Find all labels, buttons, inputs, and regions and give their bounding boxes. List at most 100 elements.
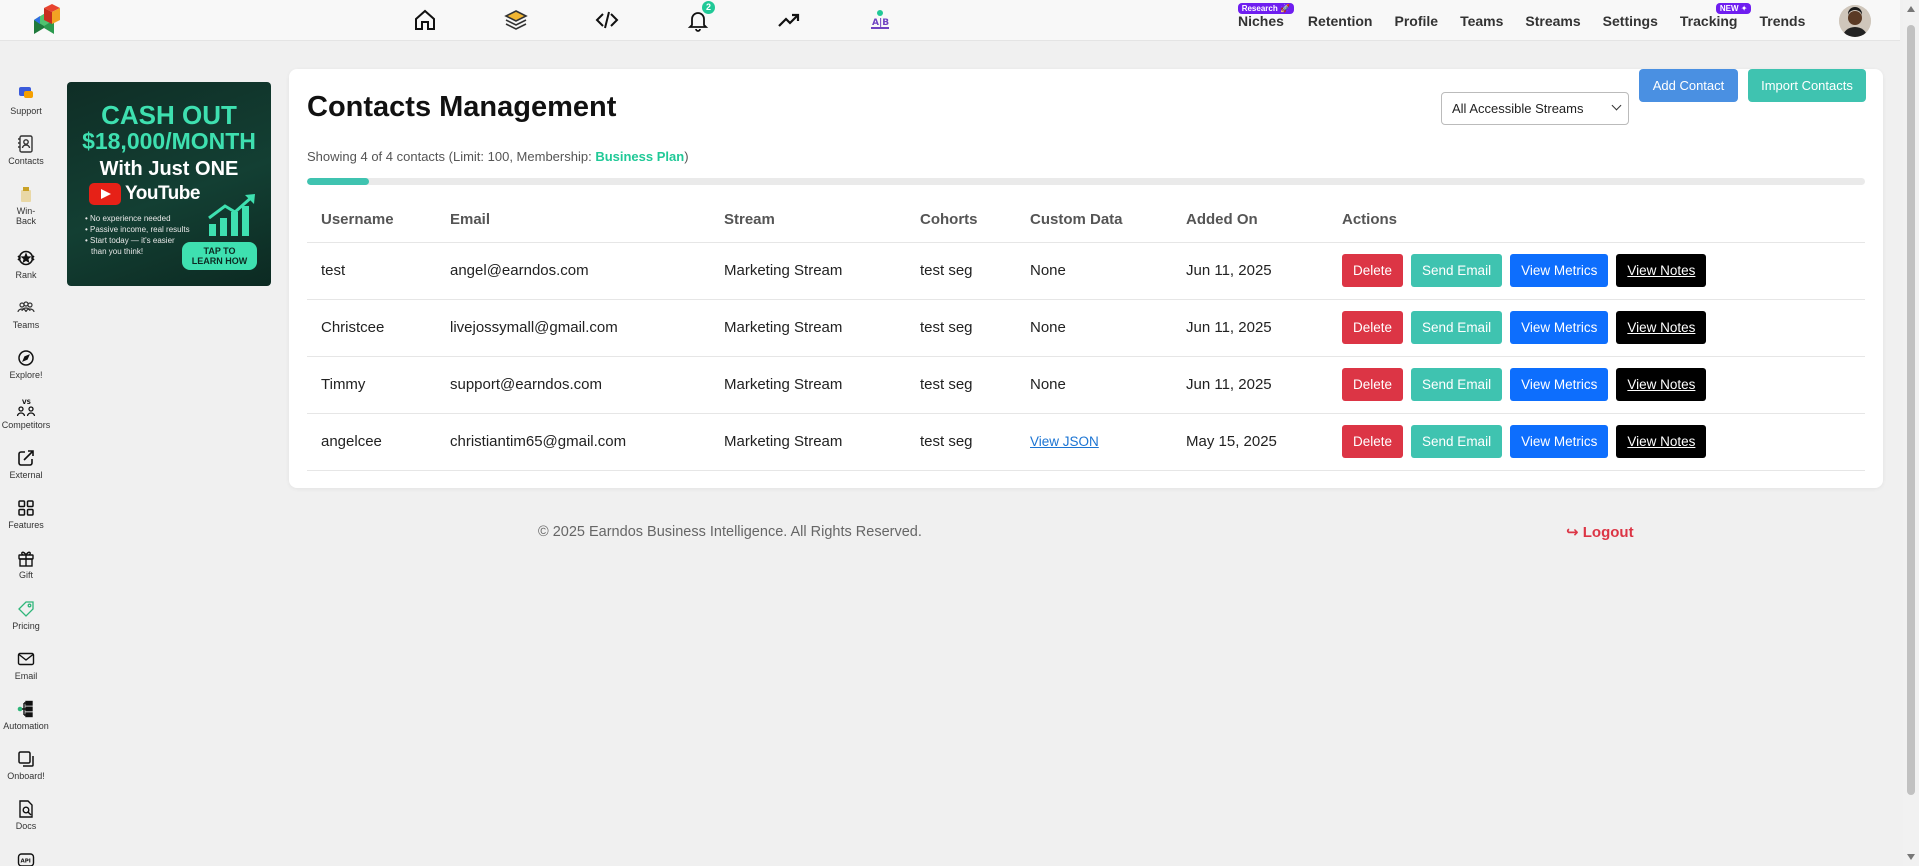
home-icon[interactable] (411, 6, 439, 34)
view-metrics-button[interactable]: View Metrics (1510, 311, 1609, 344)
delete-button[interactable]: Delete (1342, 311, 1404, 344)
column-header-email[interactable]: Email (436, 198, 710, 243)
stream-filter-value: All Accessible Streams (1452, 101, 1584, 116)
sidebar-item-gift[interactable]: Gift (0, 548, 52, 580)
pricing-icon (18, 601, 34, 617)
cell-actions: Delete Send Email View Metrics View Notes (1328, 299, 1865, 357)
sidebar-item-explore[interactable]: Explore! (0, 348, 52, 380)
teams-icon (17, 301, 35, 313)
view-notes-button[interactable]: View Notes (1616, 254, 1707, 287)
nav-teams[interactable]: Teams (1460, 13, 1503, 29)
view-notes-button[interactable]: View Notes (1616, 425, 1707, 458)
page-scrollbar[interactable] (1903, 0, 1919, 866)
ad-headline: CASH OUT (101, 100, 237, 130)
sidebar-label: Contacts (8, 156, 44, 166)
ad-amount: $18,000/MONTH (82, 128, 256, 154)
view-notes-button[interactable]: View Notes (1616, 311, 1707, 344)
promo-ad-banner[interactable]: CASH OUT $18,000/MONTH With Just ONE You… (67, 82, 271, 286)
column-header-cohorts[interactable]: Cohorts (906, 198, 1016, 243)
logout-link[interactable]: ↪ Logout (1566, 523, 1634, 541)
scroll-up-arrow-icon[interactable] (1907, 6, 1915, 12)
send-email-button[interactable]: Send Email (1411, 254, 1503, 287)
nav-trends[interactable]: Trends (1759, 13, 1805, 29)
column-header-stream[interactable]: Stream (710, 198, 906, 243)
user-avatar[interactable] (1839, 5, 1871, 37)
code-icon[interactable] (593, 6, 621, 34)
contacts-table: Username Email Stream Cohorts Custom Dat… (307, 198, 1865, 471)
nav-niches[interactable]: Niches Research 🚀 (1237, 2, 1294, 29)
import-contacts-button[interactable]: Import Contacts (1748, 69, 1866, 102)
view-metrics-button[interactable]: View Metrics (1510, 425, 1609, 458)
external-icon (18, 450, 34, 466)
nav-settings[interactable]: Settings (1603, 13, 1658, 29)
ad-bullet: • Start today — it's easier (85, 236, 175, 245)
sidebar-item-features[interactable]: Features (0, 498, 52, 530)
cell-custom-data: None (1016, 299, 1172, 357)
add-contact-button[interactable]: Add Contact (1639, 69, 1738, 102)
cell-stream: Marketing Stream (710, 413, 906, 471)
win-back-icon (21, 187, 31, 202)
svg-text:A|B: A|B (872, 18, 889, 28)
sidebar-label: External (9, 470, 43, 480)
cell-actions: Delete Send Email View Metrics View Notes (1328, 356, 1865, 414)
view-notes-button[interactable]: View Notes (1616, 368, 1707, 401)
scroll-down-arrow-icon[interactable] (1907, 854, 1915, 860)
cell-actions: Delete Send Email View Metrics View Notes (1328, 242, 1865, 300)
view-json-link[interactable]: View JSON (1030, 434, 1099, 449)
membership-plan-link[interactable]: Business Plan (595, 149, 684, 164)
contacts-usage-text: Showing 4 of 4 contacts (Limit: 100, Mem… (307, 149, 689, 164)
nav-profile[interactable]: Profile (1394, 13, 1438, 29)
cell-custom-data: None (1016, 356, 1172, 414)
cell-actions: Delete Send Email View Metrics View Notes (1328, 413, 1865, 471)
sidebar-item-api[interactable]: API (0, 850, 52, 866)
sidebar-label: Docs (15, 821, 37, 831)
column-header-username[interactable]: Username (307, 198, 436, 243)
cell-cohorts: test seg (906, 299, 1016, 357)
ad-subheadline: With Just ONE (99, 158, 239, 180)
sidebar-label: Gift (18, 570, 33, 580)
nav-tracking[interactable]: Tracking NEW ✦ (1680, 2, 1752, 29)
stream-filter-select[interactable]: All Accessible Streams (1441, 92, 1629, 125)
send-email-button[interactable]: Send Email (1411, 368, 1503, 401)
ad-cta-line: LEARN HOW (191, 256, 248, 266)
ad-cta-button[interactable]: TAP TO LEARN HOW (182, 242, 257, 270)
delete-button[interactable]: Delete (1342, 368, 1404, 401)
api-icon-text: API (21, 859, 31, 865)
sidebar-item-onboard[interactable]: Onboard! (0, 749, 52, 781)
ab-test-icon[interactable]: A|B (866, 6, 894, 34)
onboard-icon (18, 751, 34, 767)
bell-icon[interactable]: 2 (684, 1, 715, 34)
sidebar-item-pricing[interactable]: Pricing (0, 599, 52, 631)
sidebar-item-teams[interactable]: Teams (0, 298, 52, 330)
gift-icon (18, 551, 34, 567)
send-email-button[interactable]: Send Email (1411, 425, 1503, 458)
sidebar-label: Teams (12, 320, 40, 330)
layers-icon[interactable] (502, 6, 530, 34)
sidebar-item-email[interactable]: Email (0, 649, 52, 681)
cell-cohorts: test seg (906, 242, 1016, 300)
app-logo[interactable] (30, 4, 66, 38)
new-badge: NEW ✦ (1715, 2, 1752, 14)
column-header-added-on[interactable]: Added On (1172, 198, 1328, 243)
sidebar-item-contacts[interactable]: Contacts (0, 134, 52, 166)
send-email-button[interactable]: Send Email (1411, 311, 1503, 344)
nav-retention[interactable]: Retention (1308, 13, 1373, 29)
view-metrics-button[interactable]: View Metrics (1510, 368, 1609, 401)
delete-button[interactable]: Delete (1342, 254, 1404, 287)
trending-up-icon[interactable] (775, 6, 803, 34)
sidebar-item-docs[interactable]: Docs (0, 799, 52, 831)
sidebar-item-automation[interactable]: Automation (0, 699, 52, 731)
sidebar-item-external[interactable]: External (0, 448, 52, 480)
table-row: Timmy support@earndos.com Marketing Stre… (307, 356, 1865, 414)
sidebar-item-support[interactable]: Support (0, 84, 52, 116)
view-metrics-button[interactable]: View Metrics (1510, 254, 1609, 287)
notification-count-badge: 2 (702, 1, 715, 14)
cell-email: support@earndos.com (436, 356, 710, 414)
nav-streams[interactable]: Streams (1525, 13, 1580, 29)
sidebar-item-competitors[interactable]: VS Competitors (0, 398, 52, 430)
sidebar-item-rank[interactable]: Rank (0, 248, 52, 280)
delete-button[interactable]: Delete (1342, 425, 1404, 458)
column-header-custom-data[interactable]: Custom Data (1016, 198, 1172, 243)
scrollbar-thumb[interactable] (1907, 25, 1915, 795)
sidebar-item-win-back[interactable]: Win-Back (0, 184, 52, 226)
